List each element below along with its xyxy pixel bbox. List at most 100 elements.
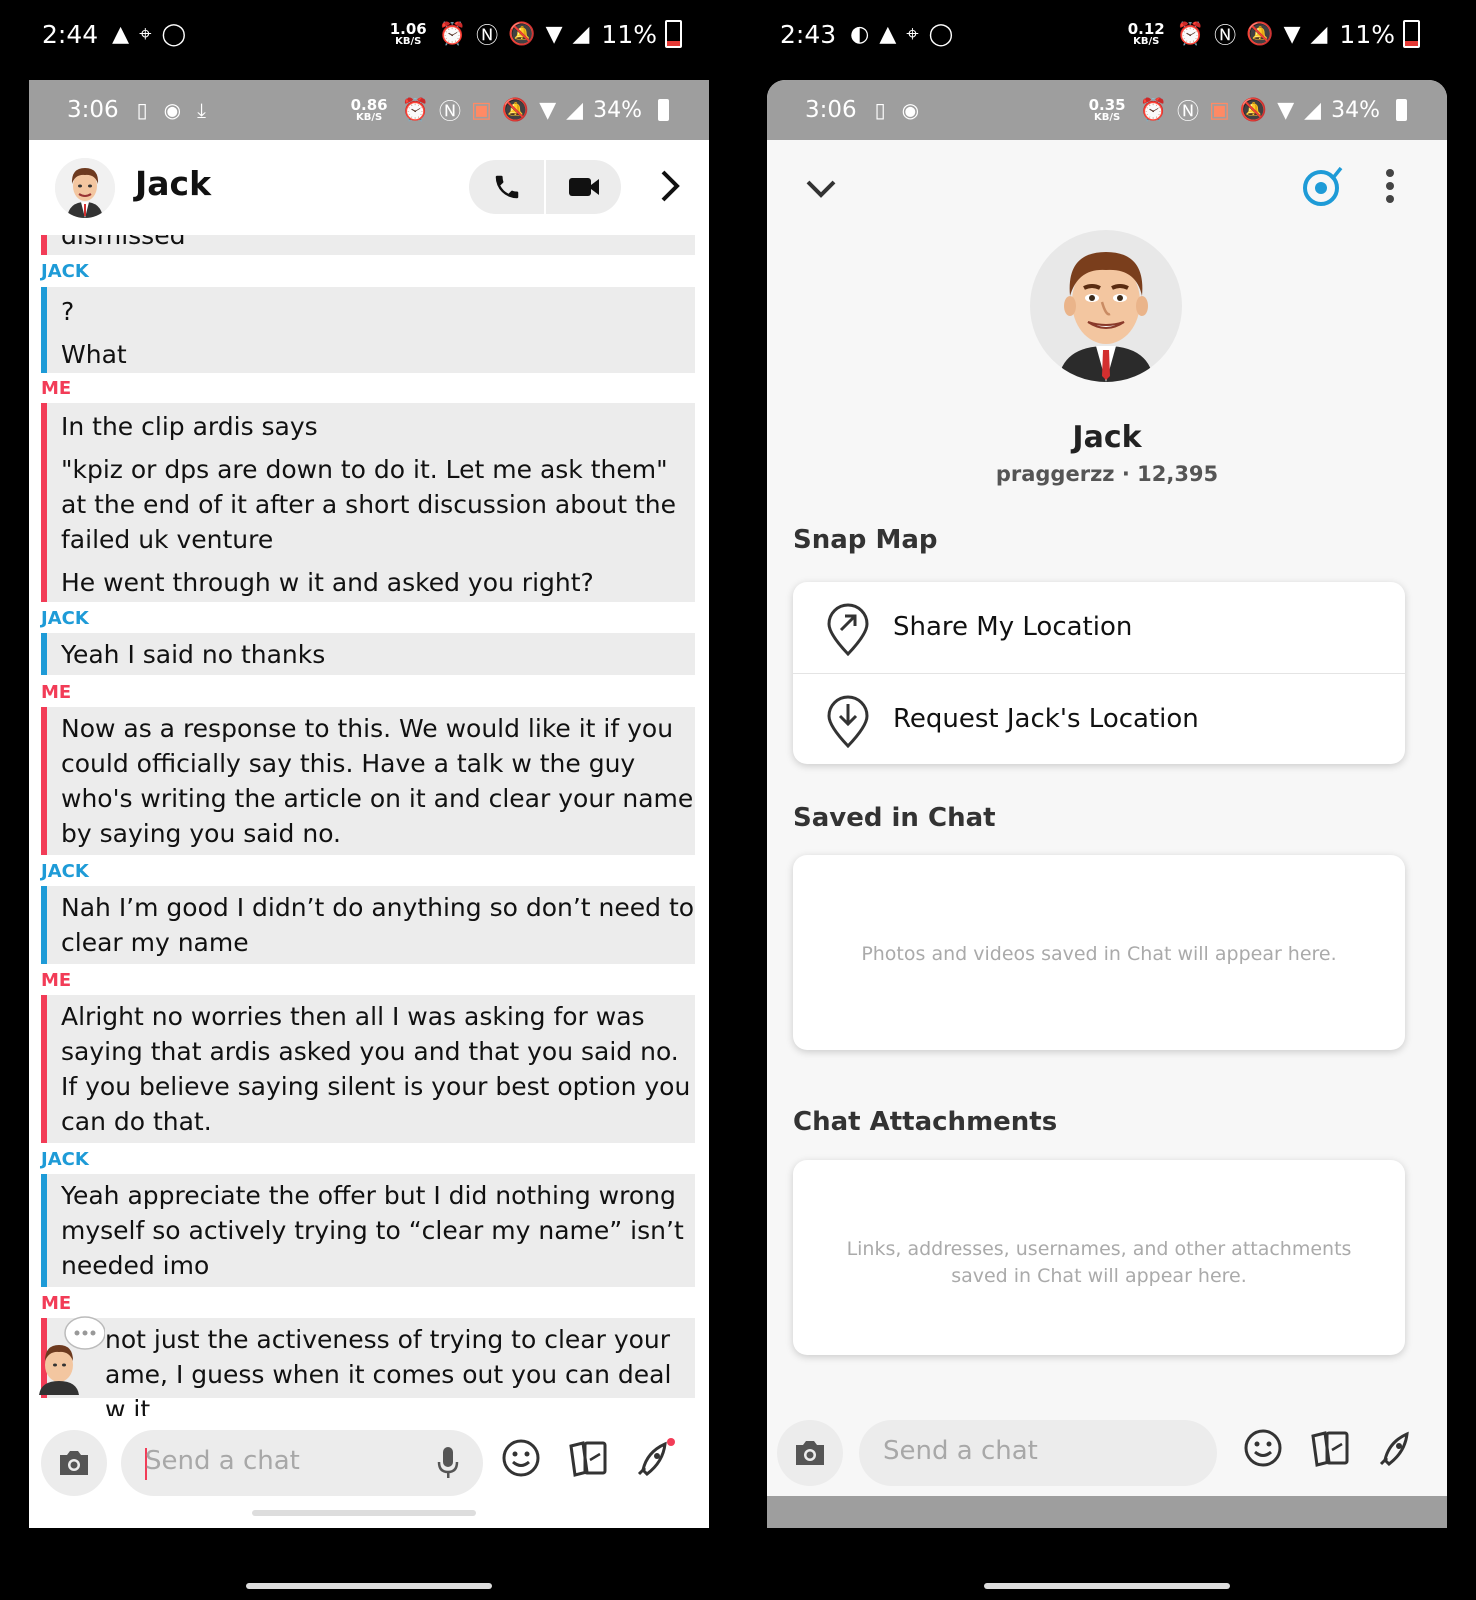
message-text: Yeah appreciate the offer but I did noth… xyxy=(61,1181,684,1280)
outer-status-bar-right: 2:43 ◐ ▲ ⌖ ◯ 0.12 KB/S ⏰ Ⓝ 🔕 ▼ ◢ 11% xyxy=(780,14,1420,54)
battery-icon xyxy=(658,99,669,121)
message-text: Nah I’m good I didn’t do anything so don… xyxy=(61,893,695,957)
phone-icon: ▯ xyxy=(136,98,148,122)
message-bubble: not just the activeness of trying to cle… xyxy=(41,1318,695,1424)
sender-label: JACK xyxy=(41,608,89,629)
camera-button[interactable] xyxy=(41,1430,107,1496)
cards-icon[interactable] xyxy=(1309,1428,1351,1472)
nfc-icon: Ⓝ xyxy=(439,100,462,125)
rocket-icon[interactable] xyxy=(633,1438,677,1484)
battery-percent: 11% xyxy=(601,19,657,49)
camera-button[interactable] xyxy=(777,1420,843,1486)
signal-icon: ◢ xyxy=(572,21,590,47)
warning-icon: ▲ xyxy=(112,21,130,47)
bottom-sheet-edge xyxy=(767,1496,1447,1528)
home-indicator[interactable] xyxy=(246,1583,492,1589)
signal-icon: ◢ xyxy=(1310,21,1328,47)
sender-label: JACK xyxy=(41,261,89,282)
status-time: 2:44 xyxy=(42,19,99,49)
snapstreak-target-icon[interactable] xyxy=(1301,164,1345,212)
messenger-icon: ◯ xyxy=(928,21,954,47)
message-text: Yeah I said no thanks xyxy=(61,640,326,669)
chevron-down-icon[interactable] xyxy=(805,178,837,204)
inner-status-bar: 3:06 ▯ ◉ 0.35 KB/S ⏰ Ⓝ ▣ 🔕 ▼ ◢ 34% xyxy=(767,80,1447,140)
message-text: In the clip ardis says xyxy=(61,412,318,441)
nfc-icon: Ⓝ xyxy=(1214,24,1237,49)
video-camera-icon xyxy=(568,178,599,196)
message-text: ? xyxy=(61,297,75,326)
attachments-empty-message: Links, addresses, usernames, and other a… xyxy=(846,1238,1352,1287)
chat-input[interactable]: Send a chat xyxy=(859,1420,1217,1486)
rocket-icon[interactable] xyxy=(1375,1428,1419,1474)
chevron-right-icon[interactable] xyxy=(659,168,681,208)
mute-icon: 🔕 xyxy=(501,97,530,123)
more-options-icon[interactable] xyxy=(1385,168,1395,208)
chat-attachments-heading: Chat Attachments xyxy=(793,1107,1058,1137)
mute-icon: 🔕 xyxy=(1246,21,1274,47)
inner-status-bar: 3:06 ▯ ◉ ⤓ 0.86 KB/S ⏰ Ⓝ ▣ 🔕 ▼ ◢ 34% xyxy=(29,80,709,140)
video-call-button[interactable] xyxy=(546,160,621,214)
request-location-label: Request Jack's Location xyxy=(893,704,1199,734)
left-phone-screen: 3:06 ▯ ◉ ⤓ 0.86 KB/S ⏰ Ⓝ ▣ 🔕 ▼ ◢ 34% Jac… xyxy=(29,80,709,1528)
sender-label: ME xyxy=(41,970,72,991)
download-icon: ⤓ xyxy=(197,98,206,122)
wifi-icon: ▼ xyxy=(545,21,563,47)
status-time: 2:43 xyxy=(780,19,837,49)
phone-icon: ▯ xyxy=(874,98,886,122)
game-icon: ◐ xyxy=(850,21,870,47)
emoji-icon[interactable] xyxy=(1243,1428,1283,1472)
chat-composer: Send a chat xyxy=(767,1406,1447,1496)
profile-name: Jack xyxy=(1072,420,1142,455)
inner-battery-percent: 34% xyxy=(593,97,642,123)
right-phone-screen: 3:06 ▯ ◉ 0.35 KB/S ⏰ Ⓝ ▣ 🔕 ▼ ◢ 34% Jack … xyxy=(767,80,1447,1528)
message-bubble: ? What xyxy=(41,287,695,373)
gps-icon: ⌖ xyxy=(139,21,152,47)
alarm-icon: ⏰ xyxy=(438,21,467,47)
chat-input-placeholder: Send a chat xyxy=(145,1446,300,1476)
message-bubble: Yeah I said no thanks xyxy=(41,633,695,675)
battery-icon xyxy=(1396,99,1407,121)
cast-icon: ▣ xyxy=(471,97,492,123)
message-list[interactable]: dismissed JACK ? What ME In the clip ard… xyxy=(29,235,709,1505)
chat-input[interactable]: Send a chat xyxy=(121,1430,483,1496)
cast-icon: ▣ xyxy=(1209,97,1230,123)
saved-in-chat-card: Photos and videos saved in Chat will app… xyxy=(793,855,1405,1050)
sender-label: JACK xyxy=(41,861,89,882)
message-text: dismissed xyxy=(61,235,186,250)
avatar[interactable] xyxy=(55,158,115,218)
snap-map-heading: Snap Map xyxy=(793,525,938,555)
signal-icon: ◢ xyxy=(566,97,584,123)
chat-attachments-card: Links, addresses, usernames, and other a… xyxy=(793,1160,1405,1355)
typing-bitmoji xyxy=(35,1313,106,1395)
request-location-row[interactable]: Request Jack's Location xyxy=(793,674,1405,764)
sender-label: JACK xyxy=(41,1149,89,1170)
home-indicator[interactable] xyxy=(252,1510,476,1516)
profile-bitmoji-avatar[interactable] xyxy=(1030,230,1182,382)
wifi-icon: ▼ xyxy=(1277,97,1295,123)
voice-call-button[interactable] xyxy=(469,160,544,214)
battery-percent: 11% xyxy=(1339,19,1395,49)
sender-label: ME xyxy=(41,682,72,703)
inner-network-speed: 0.35 KB/S xyxy=(1088,95,1126,123)
phone-call-icon xyxy=(495,175,518,199)
message-text: What xyxy=(61,340,127,369)
chat-title: Jack xyxy=(135,164,212,203)
message-text: Alright no worries then all I was asking… xyxy=(61,1002,691,1136)
network-speed: 0.12 KB/S xyxy=(1127,19,1165,47)
share-location-row[interactable]: Share My Location xyxy=(793,582,1405,672)
inner-status-time: 3:06 xyxy=(67,97,119,123)
alarm-icon: ⏰ xyxy=(1139,97,1168,123)
camera-icon xyxy=(60,1451,88,1475)
emoji-icon[interactable] xyxy=(501,1438,541,1482)
microphone-icon[interactable] xyxy=(437,1446,459,1484)
saved-empty-message: Photos and videos saved in Chat will app… xyxy=(861,943,1337,965)
messenger-icon: ◯ xyxy=(161,21,187,47)
profile-username-score: praggerzz · 12,395 xyxy=(995,462,1219,486)
cards-icon[interactable] xyxy=(567,1438,609,1482)
record-icon: ◉ xyxy=(163,98,182,122)
outer-status-bar-left: 2:44 ▲ ⌖ ◯ 1.06 KB/S ⏰ Ⓝ 🔕 ▼ ◢ 11% xyxy=(42,14,682,54)
warning-icon: ▲ xyxy=(879,21,897,47)
message-text: He went through w it and asked you right… xyxy=(61,568,594,597)
location-share-icon xyxy=(825,602,871,660)
home-indicator[interactable] xyxy=(984,1583,1230,1589)
